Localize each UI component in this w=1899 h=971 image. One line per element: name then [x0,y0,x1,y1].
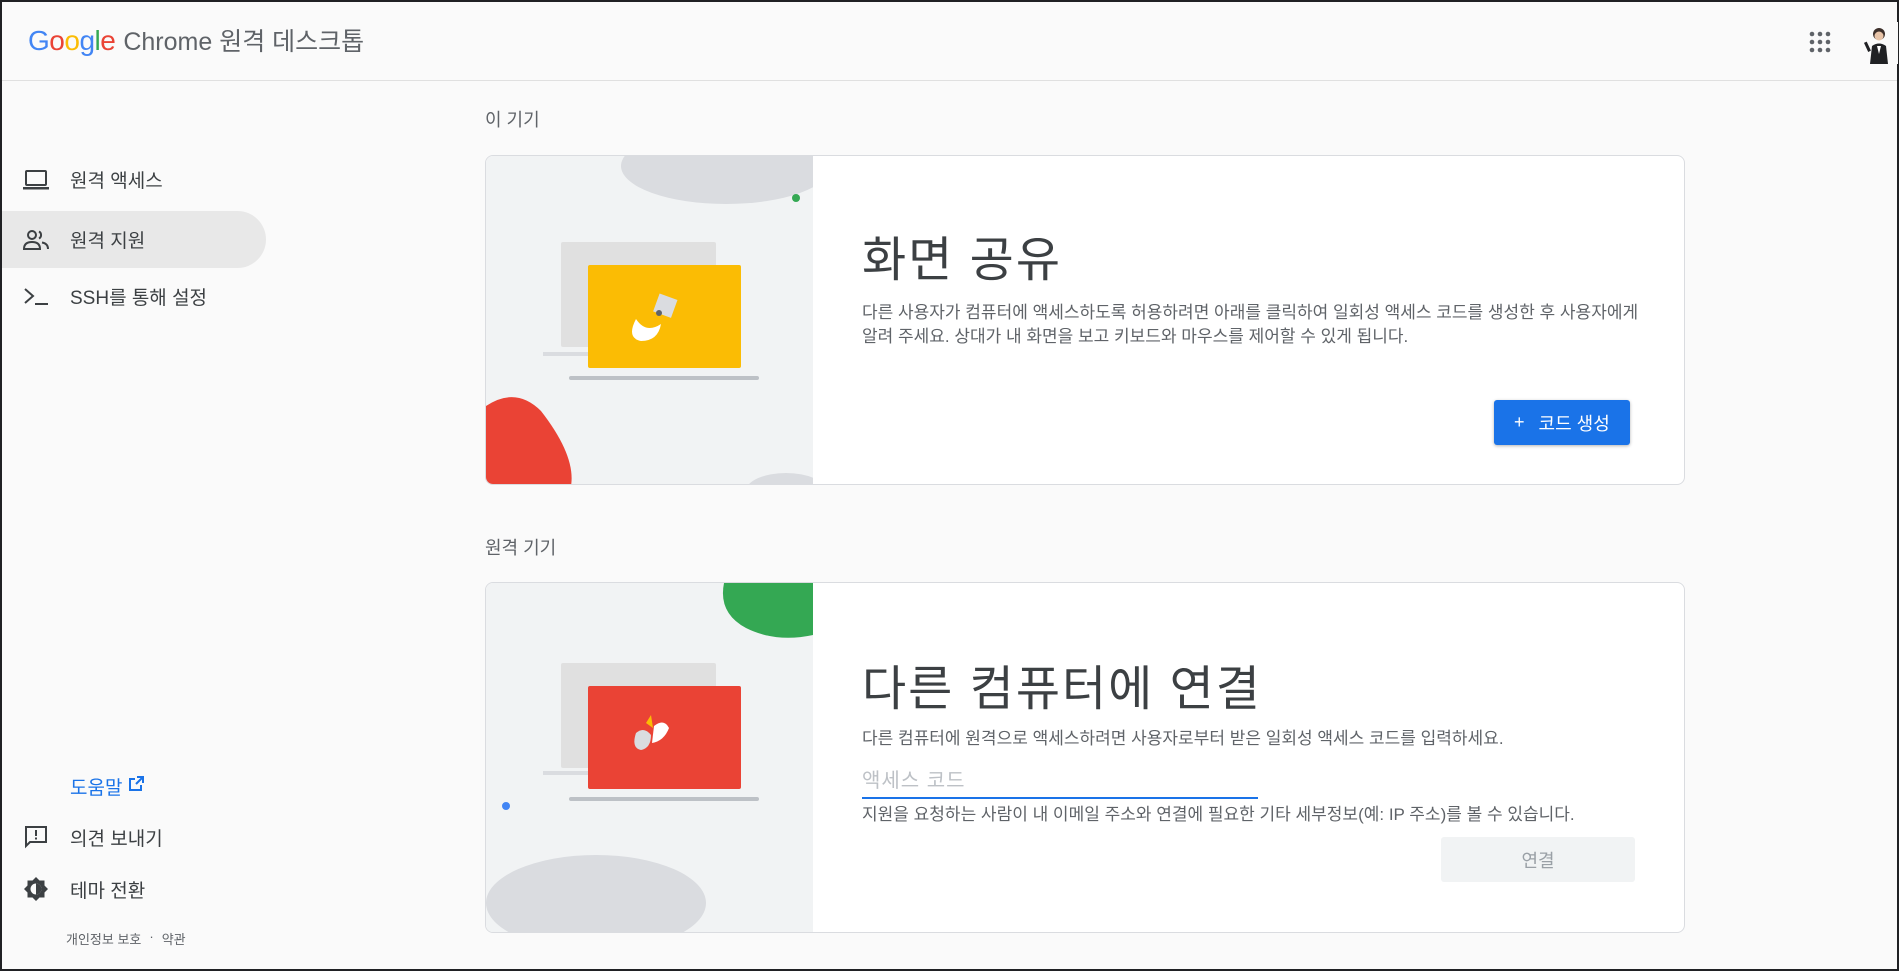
button-label: 코드 생성 [1538,413,1610,434]
apps-grid-icon[interactable] [1808,30,1832,54]
connect-button[interactable]: 연결 [1441,837,1635,882]
share-screen-card: 화면 공유 다른 사용자가 컴퓨터에 액세스하도록 허용하려면 아래를 클릭하여… [485,155,1685,485]
help-link[interactable]: 도움말 [70,773,145,800]
section-title-this-device: 이 기기 [485,110,540,130]
sidebar-item-remote-access[interactable]: 원격 액세스 [2,151,266,208]
feedback-icon [22,823,50,851]
account-avatar[interactable] [1860,22,1898,64]
sidebar-item-ssh[interactable]: SSH를 통해 설정 [2,268,266,325]
plus-icon: + [1514,412,1525,432]
sidebar-item-remote-support[interactable]: 원격 지원 [2,211,266,268]
open-in-new-icon [128,775,145,798]
theme-toggle-button[interactable]: 테마 전환 [22,875,145,903]
card-description: 다른 사용자가 컴퓨터에 액세스하도록 허용하려면 아래를 클릭하여 일회성 액… [862,303,1639,346]
sidebar-item-label: SSH를 통해 설정 [70,288,208,309]
send-feedback-button[interactable]: 의견 보내기 [22,823,163,851]
logo-letter: o [64,25,80,56]
logo-letter: g [79,25,95,56]
connect-card: 다른 컴퓨터에 연결 다른 컴퓨터에 원격으로 액세스하려면 사용자로부터 받은… [485,582,1685,933]
laptop-icon [22,166,50,194]
access-code-input[interactable] [862,765,1258,799]
card-description: 다른 컴퓨터에 원격으로 액세스하려면 사용자로부터 받은 일회성 액세스 코드… [862,729,1504,748]
logo-letter: G [28,25,50,56]
privacy-notice: 지원을 요청하는 사람이 내 이메일 주소와 연결에 필요한 기타 세부정보(예… [862,805,1575,824]
sidebar-item-label: 원격 액세스 [70,171,163,192]
sidebar-item-label: 원격 지원 [70,231,146,252]
connect-illustration [486,583,813,932]
google-logo: Google Chrome 원격 데스크톱 [28,22,364,58]
card-title: 다른 컴퓨터에 연결 [862,663,1262,716]
footer-separator: · [149,929,154,944]
section-title-remote-device: 원격 기기 [485,538,557,558]
terms-link[interactable]: 약관 [162,929,186,948]
privacy-link[interactable]: 개인정보 보호 [66,929,141,948]
sidebar: 원격 액세스 원격 지원 SSH를 통해 설정 도움말 의견 보내기 테마 전환… [2,81,302,969]
logo-letter: o [49,25,65,56]
people-icon [22,226,50,254]
help-label: 도움말 [70,778,123,799]
footer-links: 개인정보 보호 · 약관 [66,929,186,948]
brightness-icon [22,875,50,903]
feedback-label: 의견 보내기 [70,828,163,850]
share-screen-illustration [486,156,813,484]
product-name: Chrome 원격 데스크톱 [123,28,365,56]
generate-code-button[interactable]: + 코드 생성 [1494,400,1630,445]
terminal-icon [22,283,50,311]
logo-letter: e [100,25,116,56]
theme-label: 테마 전환 [70,880,146,902]
top-app-bar: Google Chrome 원격 데스크톱 [2,2,1898,81]
card-title: 화면 공유 [862,234,1062,287]
